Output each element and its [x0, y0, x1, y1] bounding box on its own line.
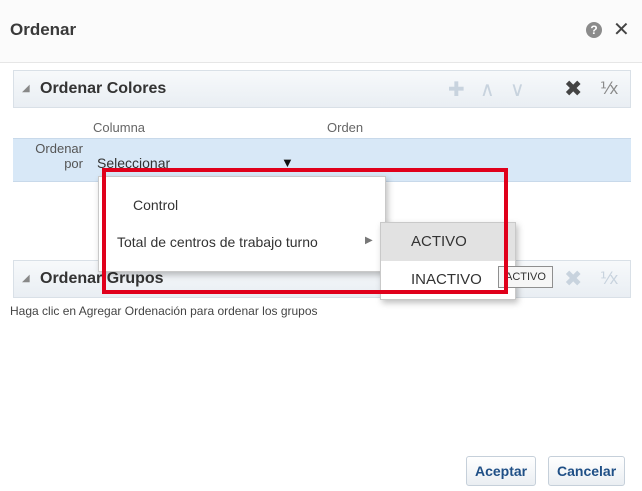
groups-hint-text: Haga clic en Agregar Ordenación para ord… — [10, 304, 318, 318]
colors-panel-header[interactable]: ◢ Ordenar Colores ✚ ∧ ∨ ✖ ⅟x — [13, 70, 631, 108]
sort-by-label: Ordenar por — [35, 141, 83, 171]
add-icon[interactable]: ✚ — [448, 77, 465, 102]
move-down-icon[interactable]: ∨ — [510, 77, 525, 102]
dialog-titlebar: Ordenar ? ✕ — [0, 0, 642, 63]
collapse-triangle-icon[interactable]: ◢ — [22, 83, 30, 94]
colors-panel-title: Ordenar Colores — [40, 80, 167, 97]
delete-icon[interactable]: ✖ — [564, 76, 582, 102]
accept-button[interactable]: Aceptar — [466, 456, 537, 486]
column-header-order: Orden — [327, 120, 364, 135]
clear-sort-icon[interactable]: ⅟x — [600, 269, 618, 289]
move-up-icon[interactable]: ∧ — [480, 77, 495, 102]
close-icon[interactable]: ✕ — [613, 17, 630, 42]
clear-sort-icon[interactable]: ⅟x — [600, 79, 618, 99]
column-header-column: Columna — [93, 120, 146, 135]
column-headers: Columna Orden — [13, 116, 631, 138]
highlight-annotation-box — [102, 168, 508, 294]
dialog-title: Ordenar — [10, 20, 77, 39]
groups-panel-body: Haga clic en Agregar Ordenación para ord… — [0, 300, 642, 450]
delete-icon[interactable]: ✖ — [564, 266, 582, 292]
help-icon[interactable]: ? — [586, 22, 602, 38]
cancel-button[interactable]: Cancelar — [548, 456, 626, 486]
collapse-triangle-icon[interactable]: ◢ — [22, 273, 30, 284]
